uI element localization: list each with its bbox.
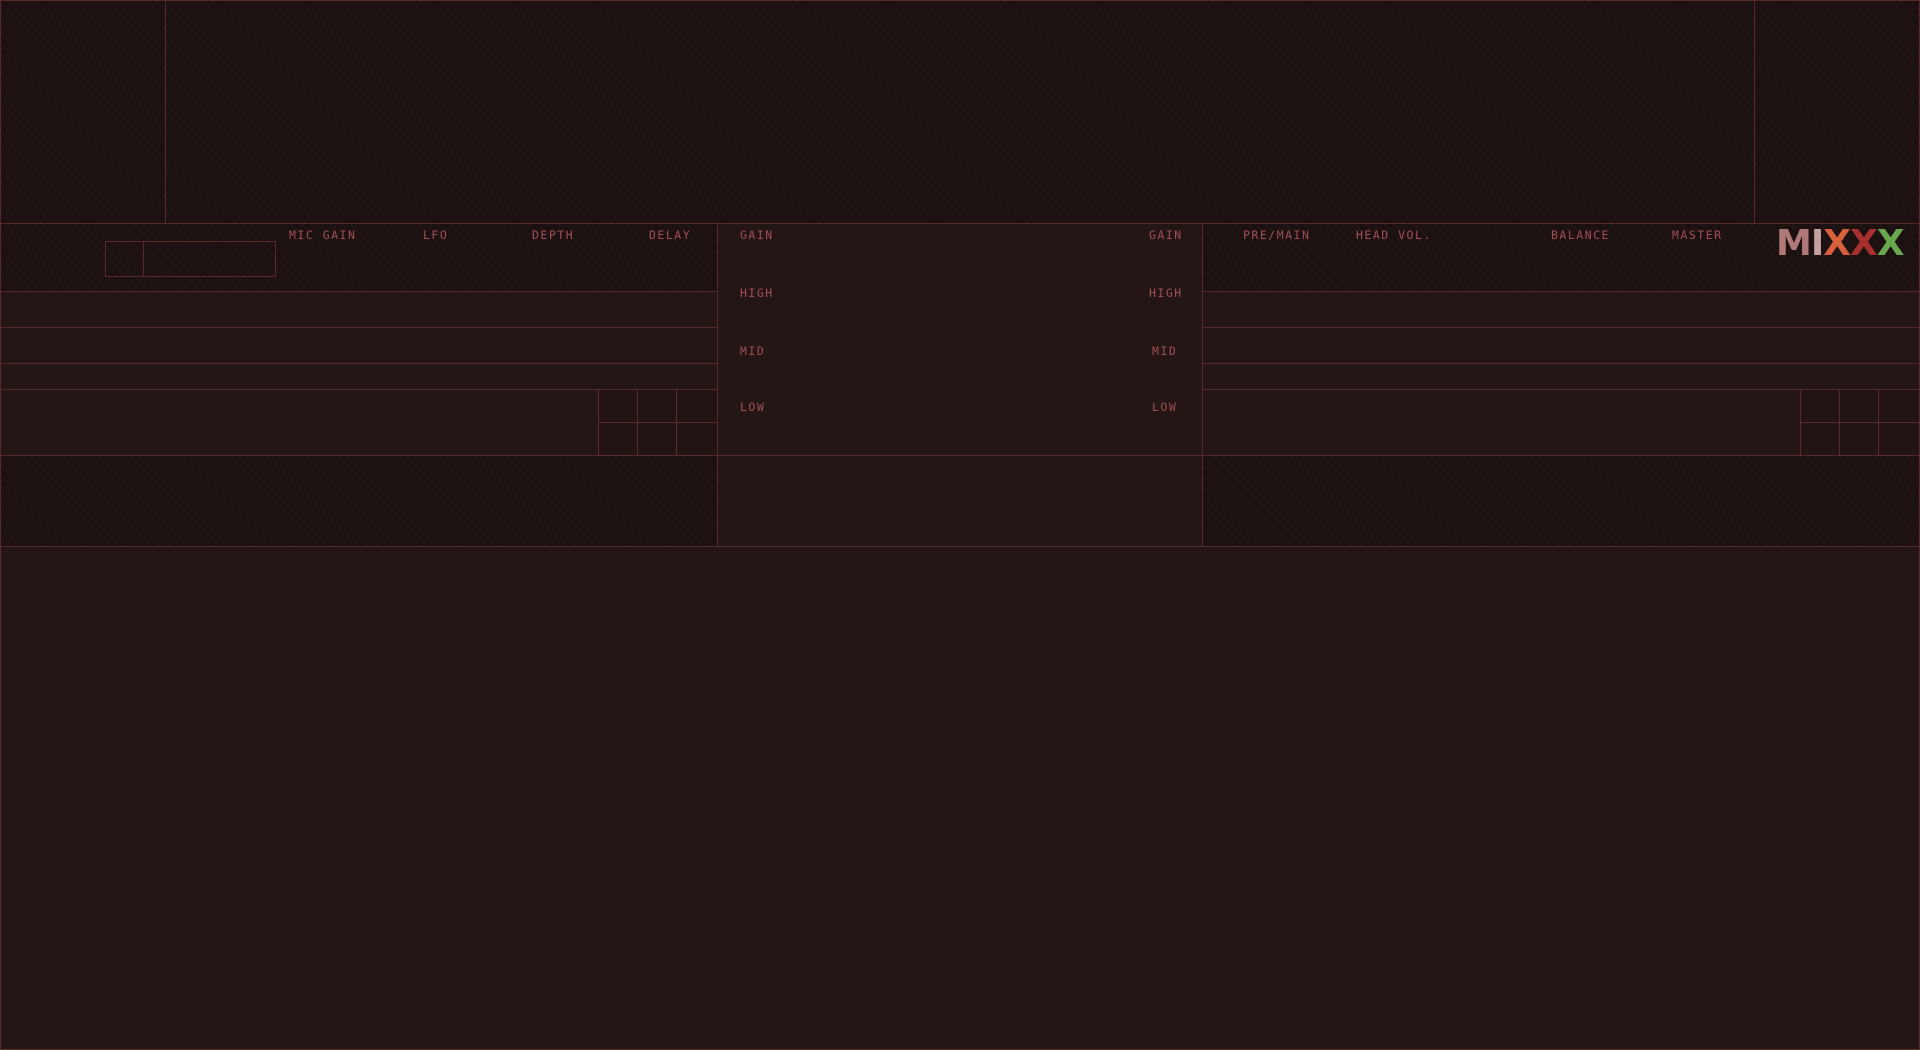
deck2-pad-4[interactable] bbox=[1800, 422, 1840, 456]
logo-x1: X bbox=[1823, 223, 1851, 264]
left-gain-label: GAIN bbox=[740, 228, 774, 242]
logo-i: I bbox=[1810, 223, 1824, 264]
library-panel[interactable] bbox=[0, 546, 1920, 1050]
deck1-pad-2[interactable] bbox=[637, 389, 677, 423]
deck1-pad-1[interactable] bbox=[598, 389, 638, 423]
deck1-lower-panel bbox=[0, 455, 718, 547]
deck2-row-1[interactable] bbox=[1202, 291, 1920, 328]
waveform-overview[interactable] bbox=[165, 0, 1755, 224]
left-low-label: LOW bbox=[740, 400, 766, 414]
deck1-pad-5[interactable] bbox=[637, 422, 677, 456]
deck1-row-2[interactable] bbox=[0, 327, 718, 364]
lfo-label: LFO bbox=[423, 228, 449, 242]
deck1-pad-6[interactable] bbox=[676, 422, 718, 456]
top-right-panel bbox=[1754, 0, 1920, 224]
deck2-transport-area bbox=[1202, 389, 1801, 456]
left-high-label: HIGH bbox=[740, 286, 774, 300]
deck2-lower-panel bbox=[1202, 455, 1920, 547]
deck1-transport-area bbox=[0, 389, 599, 456]
logo-x2: X bbox=[1850, 223, 1878, 264]
deck2-pad-1[interactable] bbox=[1800, 389, 1840, 423]
pre-main-label: PRE/MAIN bbox=[1243, 228, 1311, 242]
balance-label: BALANCE bbox=[1551, 228, 1610, 242]
deck1-small-button[interactable] bbox=[105, 241, 144, 277]
deck2-pad-3[interactable] bbox=[1878, 389, 1920, 423]
deck2-row-3[interactable] bbox=[1202, 363, 1920, 390]
deck1-track-display[interactable] bbox=[143, 241, 276, 277]
deck1-pad-4[interactable] bbox=[598, 422, 638, 456]
depth-label: DEPTH bbox=[532, 228, 575, 242]
right-gain-label: GAIN bbox=[1149, 228, 1183, 242]
deck2-row-2[interactable] bbox=[1202, 327, 1920, 364]
mic-gain-label: MIC GAIN bbox=[289, 228, 357, 242]
deck1-pad-3[interactable] bbox=[676, 389, 718, 423]
mixer-panel bbox=[717, 223, 1203, 456]
master-label: MASTER bbox=[1672, 228, 1723, 242]
logo-m: M bbox=[1776, 223, 1812, 264]
deck1-row-1[interactable] bbox=[0, 291, 718, 328]
left-mid-label: MID bbox=[740, 344, 766, 358]
deck1-row-3[interactable] bbox=[0, 363, 718, 390]
head-vol-label: HEAD VOL. bbox=[1356, 228, 1432, 242]
right-high-label: HIGH bbox=[1149, 286, 1183, 300]
deck2-pad-5[interactable] bbox=[1839, 422, 1879, 456]
mixxx-logo: MIXXX bbox=[1776, 223, 1905, 264]
mixer-lower-panel bbox=[717, 455, 1203, 547]
top-left-panel bbox=[0, 0, 166, 224]
deck2-pad-6[interactable] bbox=[1878, 422, 1920, 456]
right-mid-label: MID bbox=[1152, 344, 1178, 358]
deck2-pad-2[interactable] bbox=[1839, 389, 1879, 423]
delay-label: DELAY bbox=[649, 228, 692, 242]
logo-x3: X bbox=[1876, 223, 1905, 264]
right-low-label: LOW bbox=[1152, 400, 1178, 414]
